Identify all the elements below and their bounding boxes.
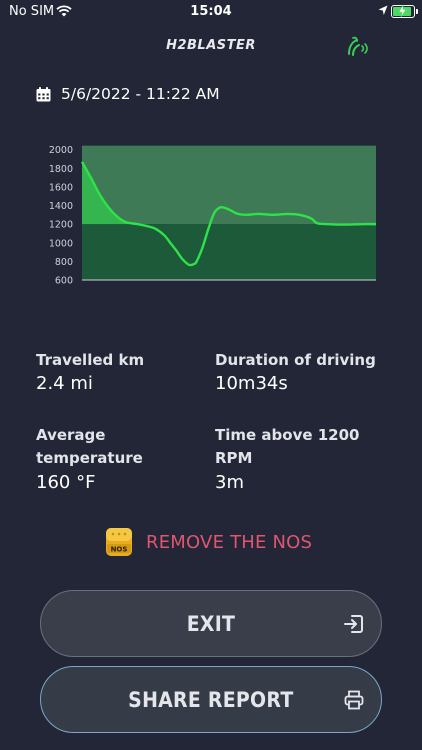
- warning-text: REMOVE THE NOS: [146, 531, 313, 553]
- location-arrow-icon: [378, 5, 388, 15]
- rpm-chart: 2000 1800 1600 1400 1200 1000 800 600: [40, 140, 385, 290]
- y-tick-label: 1400: [49, 201, 73, 212]
- sign-in-icon: [344, 614, 363, 633]
- printer-icon: [344, 690, 364, 709]
- share-report-button[interactable]: SHARE REPORT: [40, 666, 382, 733]
- rpm-time-label-line2: RPM: [215, 449, 253, 467]
- y-tick-label: 1200: [49, 220, 73, 231]
- y-tick-label: 2000: [49, 145, 73, 156]
- duration-label: Duration of driving: [215, 351, 376, 369]
- temperature-label-line2: temperature: [36, 449, 143, 467]
- temperature-label: Average temperature: [36, 424, 143, 470]
- temperature-label-line1: Average: [36, 426, 106, 444]
- nos-canister-icon: NOS: [106, 528, 132, 556]
- exit-button[interactable]: EXIT: [40, 590, 382, 657]
- chart-area-below-threshold: [82, 224, 376, 280]
- travelled-value: 2.4 mi: [36, 373, 93, 394]
- duration-value: 10m34s: [215, 373, 288, 394]
- status-time: 15:04: [190, 4, 232, 19]
- temperature-value: 160 °F: [36, 472, 96, 493]
- nos-badge-text: NOS: [111, 546, 128, 554]
- y-tick-label: 600: [55, 276, 73, 287]
- chart-area-above-threshold: [82, 145, 376, 225]
- rpm-time-value: 3m: [215, 472, 244, 493]
- rpm-chart-svg: 2000 1800 1600 1400 1200 1000 800 600: [49, 145, 377, 287]
- share-report-button-label: SHARE REPORT: [128, 687, 294, 712]
- rpm-time-label-line1: Time above 1200: [215, 426, 360, 444]
- status-bar: No SIM 15:04: [0, 0, 422, 24]
- exit-button-label: EXIT: [186, 611, 236, 636]
- report-date-row: 5/6/2022 - 11:22 AM: [36, 83, 220, 105]
- y-tick-label: 800: [55, 257, 73, 268]
- report-screen: No SIM 15:04 H2BLASTER 5/6/2022 - 11:22 …: [0, 0, 422, 750]
- leaf-wave-icon: [348, 36, 368, 56]
- nos-warning: NOS REMOVE THE NOS: [103, 524, 312, 560]
- calendar-icon: [36, 86, 51, 101]
- y-tick-label: 1600: [49, 182, 73, 193]
- travelled-label: Travelled km: [36, 351, 145, 369]
- battery-icon: [391, 5, 418, 18]
- report-date: 5/6/2022 - 11:22 AM: [61, 85, 220, 103]
- y-tick-label: 1000: [49, 238, 73, 249]
- rpm-time-label: Time above 1200 RPM: [215, 424, 360, 470]
- y-tick-label: 1800: [49, 164, 73, 175]
